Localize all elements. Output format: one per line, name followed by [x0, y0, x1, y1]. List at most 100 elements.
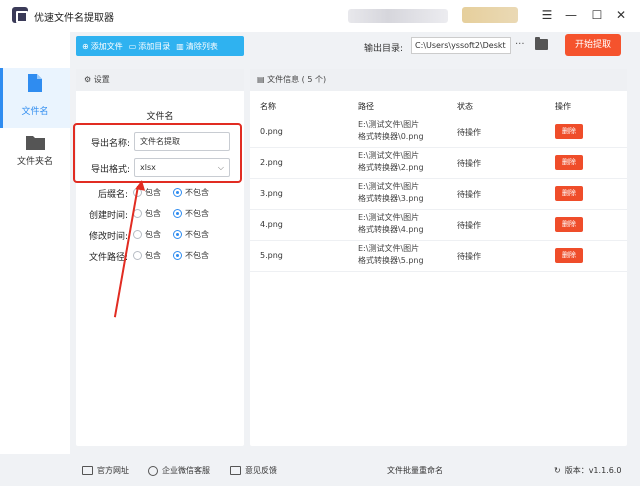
exclude-radio[interactable] — [173, 230, 182, 239]
exclude-radio[interactable] — [173, 188, 182, 197]
file-icon — [28, 74, 42, 92]
toolbar: ⊕ 添加文件 ▭ 添加目录 ▥ 清除列表 — [76, 36, 244, 56]
export-format-label: 导出格式: — [90, 165, 130, 175]
maximize-button[interactable]: ☐ — [588, 6, 606, 24]
table-row[interactable]: 2.png E:\测试文件\图片 格式转换器\2.png 待操作 删除 — [250, 148, 627, 179]
app-logo-icon — [12, 7, 28, 23]
export-name-input[interactable]: 文件名提取 — [134, 132, 230, 151]
include-label: 包含 — [145, 188, 161, 197]
feedback-label: 意见反馈 — [245, 466, 277, 475]
settings-header: ⚙ 设置 — [76, 69, 244, 91]
website-link[interactable]: 官方网址 — [82, 465, 129, 476]
file-path-line1: E:\测试文件\图片 — [358, 120, 420, 129]
export-format-select[interactable]: xlsx ⌵ — [134, 158, 230, 177]
file-list-header-label: 文件信息 ( 5 个) — [267, 75, 327, 84]
delete-button[interactable]: 删除 — [555, 186, 583, 201]
wechat-support-link[interactable]: 企业微信客服 — [148, 465, 210, 476]
clear-list-button[interactable]: ▥ 清除列表 — [170, 36, 218, 56]
include-label: 包含 — [145, 209, 161, 218]
refresh-icon: ↻ — [554, 466, 561, 475]
include-radio[interactable] — [133, 251, 142, 260]
browse-more-button[interactable]: ··· — [515, 39, 525, 50]
delete-button[interactable]: 删除 — [555, 248, 583, 263]
file-status: 待操作 — [457, 190, 481, 199]
add-dir-button[interactable]: ▭ 添加目录 — [123, 36, 171, 56]
sidebar-item-filename[interactable]: 文件名 — [0, 68, 70, 128]
file-status: 待操作 — [457, 252, 481, 261]
file-list-header: ▤ 文件信息 ( 5 个) — [250, 69, 627, 91]
sidebar-item-label: 文件夹名 — [16, 157, 53, 167]
exclude-label: 不包含 — [185, 230, 209, 239]
option-row-path: 文件路径: 包含 不包含 — [76, 249, 244, 263]
add-file-button[interactable]: ⊕ 添加文件 — [76, 36, 123, 56]
open-folder-icon[interactable] — [535, 37, 548, 50]
start-extract-button[interactable]: 开始提取 — [565, 34, 621, 56]
file-path: E:\测试文件\图片 格式转换器\0.png — [358, 119, 438, 143]
gear-icon: ⚙ — [84, 75, 94, 84]
include-label: 包含 — [145, 230, 161, 239]
exclude-radio[interactable] — [173, 209, 182, 218]
minimize-button[interactable]: — — [562, 6, 580, 24]
sidebar-item-label: 文件名 — [21, 107, 49, 117]
file-list-panel: ▤ 文件信息 ( 5 个) 名称 路径 状态 操作 0.png E:\测试文件\… — [250, 69, 627, 446]
option-row-extension: 后缀名: 包含 不包含 — [76, 186, 244, 200]
file-path: E:\测试文件\图片 格式转换器\3.png — [358, 181, 438, 205]
file-path-line2: 格式转换器\2.png — [358, 163, 424, 172]
app-title: 优速文件名提取器 — [34, 13, 114, 24]
sidebar: 文件名 文件夹名 — [0, 32, 70, 454]
wechat-label: 企业微信客服 — [162, 466, 210, 475]
sidebar-item-foldername[interactable]: 文件夹名 — [0, 128, 70, 188]
settings-header-label: 设置 — [93, 75, 110, 84]
option-row-modified: 修改时间: 包含 不包含 — [76, 228, 244, 242]
column-header-action: 操作 — [555, 102, 571, 111]
option-label: 文件路径: — [88, 253, 128, 263]
table-row[interactable]: 3.png E:\测试文件\图片 格式转换器\3.png 待操作 删除 — [250, 179, 627, 210]
file-info-icon: ▤ — [257, 75, 268, 84]
feedback-link[interactable]: 意见反馈 — [230, 465, 277, 476]
file-path-line2: 格式转换器\3.png — [358, 194, 424, 203]
file-name: 5.png — [260, 251, 283, 260]
file-name: 2.png — [260, 158, 283, 167]
feedback-icon — [230, 466, 241, 475]
output-dir-input[interactable]: C:\Users\yssoft2\Deskt — [411, 37, 511, 54]
export-name-label: 导出名称: — [90, 139, 130, 149]
menu-icon[interactable]: ☰ — [538, 6, 556, 24]
table-row[interactable]: 4.png E:\测试文件\图片 格式转换器\4.png 待操作 删除 — [250, 210, 627, 241]
exclude-radio[interactable] — [173, 251, 182, 260]
batch-rename-link[interactable]: 文件批量重命名 — [387, 465, 443, 476]
website-label: 官方网址 — [97, 466, 129, 475]
footer: 官方网址 企业微信客服 意见反馈 文件批量重命名 ↻ 版本：v1.1.6.0 — [70, 456, 640, 486]
output-dir-label: 输出目录: — [364, 44, 404, 54]
include-radio[interactable] — [133, 230, 142, 239]
section-title: 文件名 — [146, 112, 174, 122]
column-header-status: 状态 — [457, 102, 473, 111]
close-button[interactable]: ✕ — [612, 6, 630, 24]
file-status: 待操作 — [457, 159, 481, 168]
file-path-line1: E:\测试文件\图片 — [358, 244, 420, 253]
file-name: 4.png — [260, 220, 283, 229]
table-row[interactable]: 0.png E:\测试文件\图片 格式转换器\0.png 待操作 删除 — [250, 117, 627, 148]
add-folder-icon: ▭ — [128, 41, 137, 51]
monitor-icon — [82, 466, 93, 475]
title-bar: 优速文件名提取器 ☰ — ☐ ✕ — [0, 0, 640, 32]
file-name: 3.png — [260, 189, 283, 198]
option-label: 修改时间: — [88, 232, 128, 242]
trash-icon: ▥ — [176, 41, 184, 51]
delete-button[interactable]: 删除 — [555, 155, 583, 170]
version-info[interactable]: ↻ 版本：v1.1.6.0 — [554, 465, 621, 476]
vip-badge-blurred[interactable] — [462, 7, 518, 23]
column-header-path: 路径 — [358, 102, 374, 111]
delete-button[interactable]: 删除 — [555, 217, 583, 232]
chat-icon — [148, 465, 158, 476]
table-row[interactable]: 5.png E:\测试文件\图片 格式转换器\5.png 待操作 删除 — [250, 241, 627, 272]
file-name: 0.png — [260, 127, 283, 136]
file-status: 待操作 — [457, 221, 481, 230]
add-dir-label: 添加目录 — [138, 41, 171, 51]
file-path-line2: 格式转换器\4.png — [358, 225, 424, 234]
file-path: E:\测试文件\图片 格式转换器\2.png — [358, 150, 438, 174]
delete-button[interactable]: 删除 — [555, 124, 583, 139]
option-label: 创建时间: — [88, 211, 128, 221]
option-row-created: 创建时间: 包含 不包含 — [76, 207, 244, 221]
option-label: 后缀名: — [97, 190, 128, 200]
file-path-line1: E:\测试文件\图片 — [358, 213, 420, 222]
